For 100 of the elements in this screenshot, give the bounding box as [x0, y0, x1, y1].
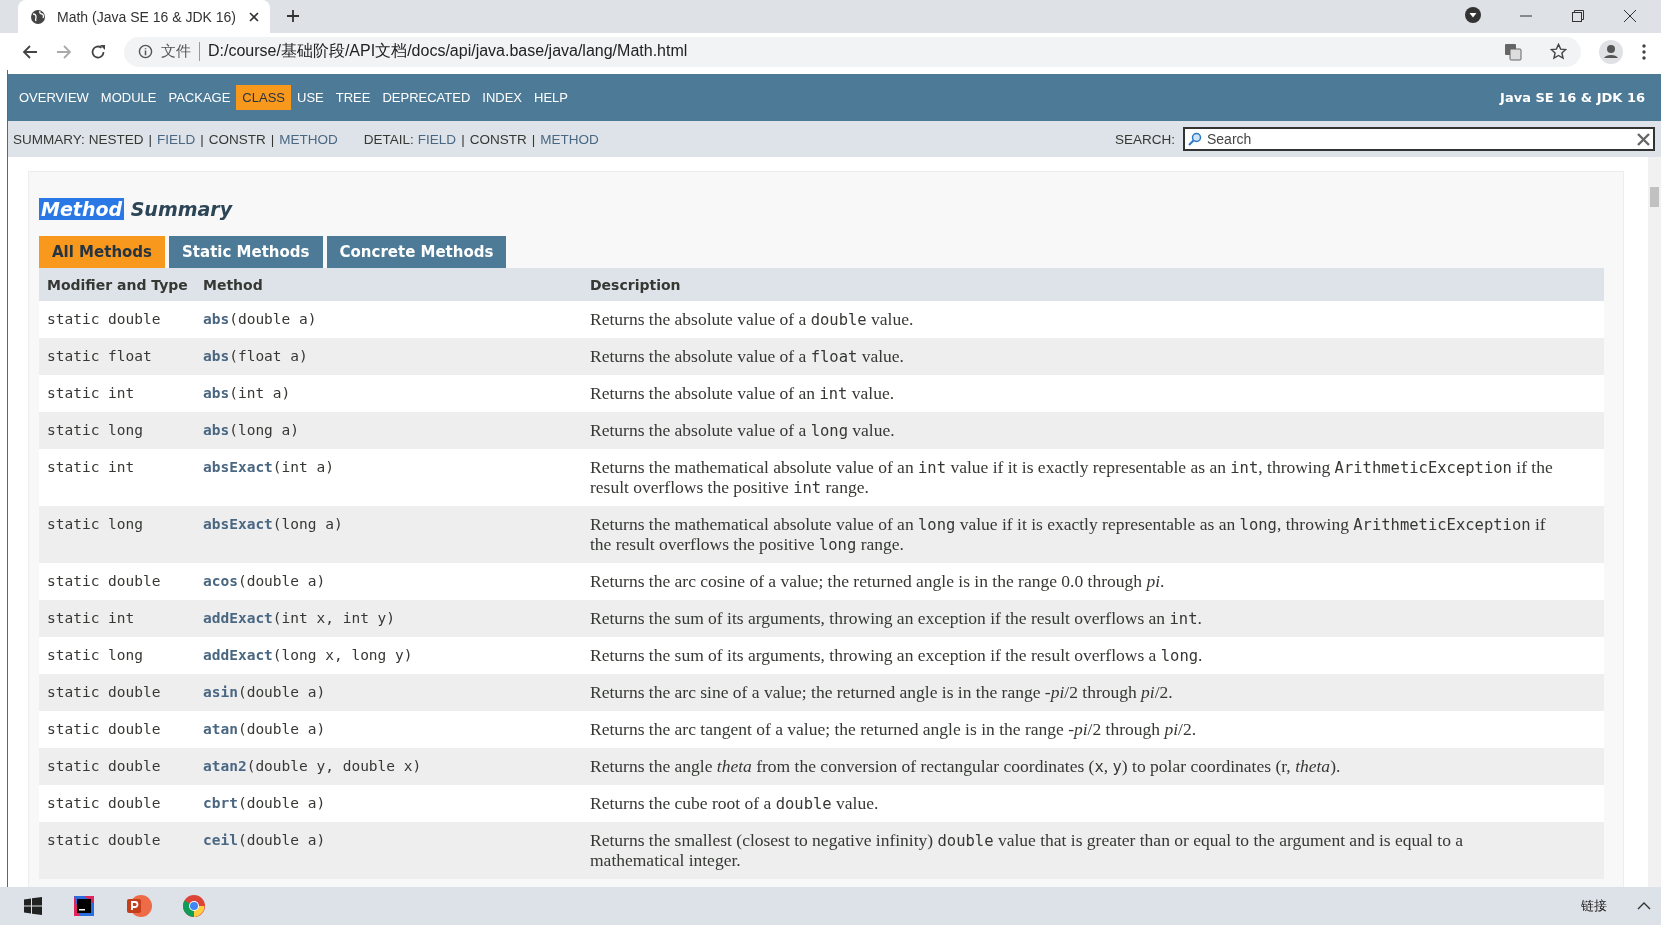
method-params: (long a)	[229, 422, 300, 438]
method-name-link[interactable]: acos	[203, 573, 238, 589]
search-label: SEARCH:	[1115, 131, 1175, 147]
separator: |	[461, 131, 465, 147]
nav-link[interactable]: DEPRECATED	[376, 85, 477, 110]
table-cell-text: Returns the smallest (closest to negative infinity) double value that is greater than or equal to the argument and is equal to a mathematical integer.	[589, 830, 1465, 870]
detail-link[interactable]: METHOD	[540, 131, 599, 147]
method-name-link[interactable]: absExact	[203, 459, 273, 475]
restore-icon[interactable]	[1571, 9, 1585, 23]
column-header: Description	[589, 276, 682, 293]
column-header: Method	[202, 276, 264, 293]
method-params: (long x, long y)	[272, 647, 413, 663]
method-name-link[interactable]: addExact	[203, 647, 273, 663]
table-cell-text: Returns the absolute value of a long value.	[589, 420, 896, 440]
table-cell-text: static int	[46, 458, 136, 477]
nav-link[interactable]: MODULE	[94, 85, 163, 110]
clear-icon[interactable]	[1637, 132, 1650, 146]
summary-label: SUMMARY:	[13, 131, 85, 147]
caret-icon[interactable]	[1637, 901, 1651, 911]
reload-icon[interactable]	[90, 43, 106, 60]
browser-icon[interactable]	[182, 894, 206, 918]
info-icon	[138, 44, 153, 59]
method-name-link[interactable]: abs	[203, 311, 230, 327]
back-icon[interactable]	[22, 43, 38, 60]
method-params: (int x, int y)	[272, 610, 396, 626]
table-cell-text: static int	[46, 384, 136, 403]
translate-icon[interactable]	[1504, 42, 1522, 61]
table-cell-text: Returns the absolute value of an int value.	[589, 383, 896, 403]
method-params: (double y, double x)	[246, 758, 422, 774]
table-cell-text: static int	[46, 609, 136, 628]
method-tab[interactable]: Static Methods	[169, 236, 323, 268]
profile-icon[interactable]	[1599, 39, 1623, 64]
method-name-link[interactable]: atan	[203, 721, 238, 737]
table-cell-text: static double	[46, 757, 162, 776]
method-name-link[interactable]: asin	[203, 684, 238, 700]
table-cell-text: Returns the angle theta from the conversion of rectangular coordinates (x, y) to polar coordinates (r, theta).	[589, 756, 1342, 776]
table-cell-text: static long	[46, 646, 145, 665]
separator: |	[148, 131, 153, 147]
table-cell-text: Returns the cube root of a double value.	[589, 793, 880, 813]
nav-link[interactable]: USE	[291, 85, 330, 110]
detail-text: CONSTR	[469, 131, 527, 147]
method-params: (double a)	[237, 721, 326, 737]
method-params: (int a)	[272, 459, 334, 475]
method-params: (double a)	[237, 573, 326, 589]
nav-link[interactable]: CLASS	[236, 85, 291, 110]
table-cell-text: Returns the arc sine of a value; the returned angle is in the range -pi/2 through pi/2.	[589, 682, 1174, 702]
nav-link[interactable]: PACKAGE	[162, 85, 237, 110]
globe-icon	[30, 8, 46, 25]
table-cell-text: Returns the absolute value of a float value.	[589, 346, 905, 366]
method-tab[interactable]: All Methods	[39, 236, 166, 268]
table-cell-text: static double	[46, 572, 162, 591]
method-name-link[interactable]: absExact	[203, 516, 273, 532]
close-window-icon[interactable]	[1623, 9, 1637, 23]
search-icon	[1188, 132, 1202, 146]
nav-link[interactable]: INDEX	[476, 85, 529, 110]
toolbar-label[interactable]: 链接	[1581, 897, 1607, 915]
method-name-link[interactable]: abs	[203, 422, 230, 438]
table-cell-text: static long	[46, 421, 145, 440]
address-bar[interactable]: 文件 D:/course/基础阶段/API文档/docs/api/java.base/java/lang/Math.html	[124, 36, 1581, 67]
tab-title: Math (Java SE 16 & JDK 16)	[57, 8, 237, 25]
table-cell-text: Returns the sum of its arguments, throwing an exception if the result overflows an int.	[589, 608, 1203, 628]
detail-link[interactable]: FIELD	[417, 131, 457, 147]
close-icon[interactable]	[248, 10, 260, 23]
method-name-link[interactable]: atan2	[203, 758, 247, 774]
method-params: (double a)	[229, 311, 317, 327]
table-cell-text: Returns the arc cosine of a value; the returned angle is in the range 0.0 through pi.	[589, 571, 1166, 591]
nav-link[interactable]: TREE	[329, 85, 377, 110]
app-icon[interactable]	[72, 894, 96, 918]
summary-text: NESTED	[88, 131, 144, 147]
search-field[interactable]: Search	[1183, 127, 1655, 151]
browser-tab[interactable]: Math (Java SE 16 & JDK 16)	[18, 0, 270, 33]
method-name-link[interactable]: addExact	[203, 610, 273, 626]
method-name-link[interactable]: abs	[203, 348, 230, 364]
doc-title: Java SE 16 & JDK 16	[1500, 90, 1645, 105]
table-cell-text: Returns the mathematical absolute value of an int value if it is exactly representable as an int, throwing ArithmeticException if the result overflows the positive int range.	[589, 457, 1554, 497]
presentation-app-icon[interactable]	[126, 894, 152, 918]
table-cell-text: static double	[46, 310, 162, 329]
table-cell-text: static float	[46, 347, 153, 366]
method-name-link[interactable]: cbrt	[203, 795, 238, 811]
nav-link[interactable]: OVERVIEW	[13, 85, 95, 110]
summary-link[interactable]: FIELD	[157, 131, 196, 147]
windows-icon[interactable]	[24, 897, 42, 915]
new-tab-icon[interactable]	[286, 9, 300, 23]
table-cell-text: static double	[46, 794, 162, 813]
separator: |	[531, 131, 536, 147]
section-title: Method Summary	[39, 198, 234, 220]
table-cell-text: static double	[46, 683, 162, 702]
nav-link[interactable]: HELP	[528, 85, 574, 110]
method-name-link[interactable]: ceil	[203, 832, 238, 848]
star-icon[interactable]	[1550, 43, 1567, 60]
tab-search-icon[interactable]	[1465, 7, 1481, 23]
menu-icon[interactable]	[1641, 42, 1647, 61]
method-params: (long a)	[272, 516, 343, 532]
summary-link[interactable]: METHOD	[279, 131, 338, 147]
method-tab[interactable]: Concrete Methods	[326, 236, 507, 268]
detail-label: DETAIL:	[363, 131, 414, 147]
table-cell-text: static long	[46, 515, 145, 534]
method-name-link[interactable]: abs	[203, 385, 230, 401]
file-label: 文件	[161, 42, 200, 61]
summary-text: CONSTR	[208, 131, 266, 147]
